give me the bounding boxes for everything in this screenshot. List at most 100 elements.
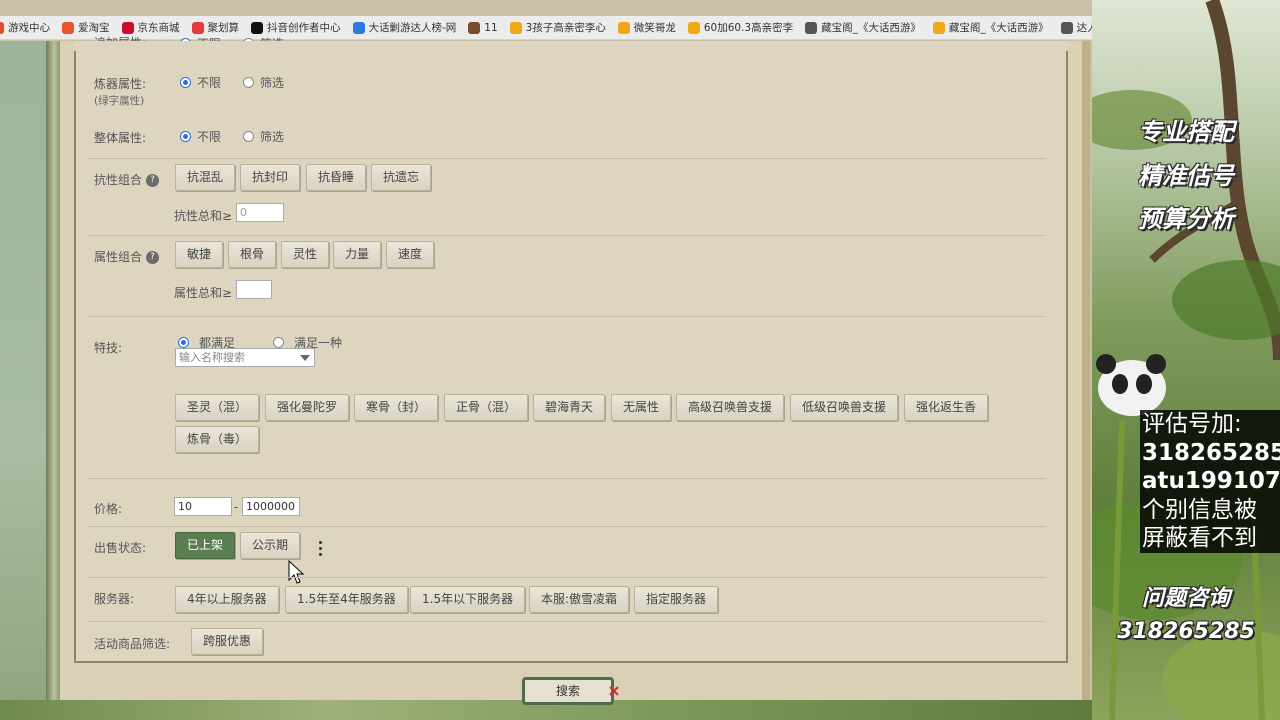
price-label: 价格: [94,502,123,516]
bookmark-item[interactable]: 藏宝阁_《大话西游》 [805,20,921,35]
search-button[interactable]: 搜索 [522,677,614,705]
refine-attr-any[interactable]: 不限 [180,74,221,91]
question-title: 问题咨询 [1141,586,1230,611]
promo-filter-label: 活动商品筛选: [94,637,171,651]
sale-status-listed-button[interactable]: 已上架 [175,532,236,559]
skill-button-5[interactable]: 碧海青天 [533,394,606,421]
server-button-4[interactable]: 本服:傲雪凌霜 [529,586,630,613]
radio-dot [243,131,254,142]
resist-combo-label: 抗性组合? [94,171,160,188]
attr-button-5[interactable]: 速度 [386,241,435,268]
attr-button-3[interactable]: 灵性 [281,241,330,268]
promo-line-2: 精准估号 [1138,162,1234,190]
resist-button-3[interactable]: 抗昏睡 [306,164,367,191]
attr-button-2[interactable]: 根骨 [228,241,277,268]
price-separator: - [234,500,239,514]
divider [88,158,1046,159]
divider [88,526,1046,527]
bookmark-item[interactable]: 京东商城 [121,20,180,35]
bookmark-favicon-icon [617,21,630,34]
contact-line-2: 318265285 [1142,439,1280,466]
resist-button-1[interactable]: 抗混乱 [175,164,236,191]
divider [88,316,1046,317]
bookmark-item[interactable]: 达人后台 [1060,20,1092,35]
promo-line-3: 预算分析 [1138,205,1234,233]
mouse-cursor-icon [288,560,305,584]
server-button-2[interactable]: 1.5年至4年服务器 [285,586,408,613]
sale-status-label: 出售状态: [94,541,147,555]
attr-button-4[interactable]: 力量 [333,241,382,268]
divider [88,621,1046,622]
bookmark-favicon-icon [121,21,134,34]
skill-button-8[interactable]: 低级召唤兽支援 [790,394,899,421]
resist-sum-input[interactable]: 0 [236,203,284,222]
bookmark-item[interactable]: 60加60.3高亲密李 [687,20,793,35]
radio-dot [273,337,284,348]
divider [88,577,1046,578]
bookmark-item[interactable]: 大话剿游达人榜-网 [352,20,456,35]
bookmark-favicon-icon [0,21,4,34]
price-max-input[interactable]: 1000000 [242,497,300,516]
server-button-1[interactable]: 4年以上服务器 [175,586,279,613]
radio-dot [180,131,191,142]
server-button-3[interactable]: 1.5年以下服务器 [410,586,526,613]
divider [88,478,1046,479]
refine-attr-label: 炼器属性: [94,77,147,91]
bookmark-favicon-icon [191,21,204,34]
promo-line-1: 专业搭配 [1138,118,1234,146]
price-min-input[interactable]: 10 [174,497,232,516]
skill-button-9[interactable]: 强化返生香 [904,394,989,421]
attr-sum-input[interactable] [236,280,272,299]
more-options-icon[interactable] [319,541,323,559]
overall-attr-any[interactable]: 不限 [180,128,221,145]
bookmark-favicon-icon [805,21,818,34]
bookmark-favicon-icon [251,21,263,34]
contact-line-1: 评估号加: [1142,411,1242,437]
resist-sum-label: 抗性总和≥ [174,209,233,223]
skill-button-7[interactable]: 高级召唤兽支援 [676,394,785,421]
radio-dot [180,77,191,88]
sale-status-public-button[interactable]: 公示期 [240,532,301,559]
bookmark-item[interactable]: 微笑哥龙 [617,20,676,35]
bookmark-favicon-icon [687,21,700,34]
close-icon [609,686,619,696]
question-number: 318265285 [1117,619,1255,644]
refine-attr-filter[interactable]: 筛选 [243,74,284,91]
attr-combo-label: 属性组合? [94,248,160,265]
bookmark-item[interactable]: 11 [468,21,498,34]
bookmark-item[interactable]: 藏宝阁_《大话西游》 [932,20,1049,35]
bookmark-item[interactable]: 3孩子高亲密李心 [509,20,606,35]
server-button-5[interactable]: 指定服务器 [634,586,719,613]
skill-button-2[interactable]: 强化曼陀罗 [265,394,350,421]
contact-box: 评估号加: 318265285 atu199107 个别信息被 屏蔽看不到 [1140,410,1280,553]
bookmark-item[interactable]: 聚划算 [191,20,239,35]
bookmark-favicon-icon [509,21,522,34]
skill-button-1[interactable]: 圣灵（混） [175,394,260,421]
help-icon[interactable]: ? [146,251,160,264]
bookmark-favicon-icon [468,21,481,34]
bookmark-item[interactable]: 爱淘宝 [62,20,110,35]
skill-button-row2-1[interactable]: 炼骨（毒） [175,426,260,453]
bookmark-favicon-icon [932,21,945,34]
clip-mask [74,41,1068,51]
bookmark-favicon-icon [1060,21,1073,34]
skill-button-3[interactable]: 寒骨（封） [354,394,439,421]
resist-button-4[interactable]: 抗遗忘 [371,164,432,191]
radio-dot [243,77,254,88]
radio-dot [178,337,189,348]
skill-search-select[interactable]: 输入名称搜索 [175,348,315,367]
cross-server-discount-button[interactable]: 跨服优惠 [191,628,264,655]
server-label: 服务器: [94,592,135,606]
bookmark-favicon-icon [62,21,74,34]
bookmark-item[interactable]: 抖音创作者中心 [251,20,341,35]
overall-attr-filter[interactable]: 筛选 [243,128,284,145]
contact-line-5: 屏蔽看不到 [1142,525,1257,551]
chevron-down-icon [300,355,310,361]
bookmark-item[interactable]: 游戏中心 [0,20,50,35]
help-icon[interactable]: ? [146,174,160,187]
contact-line-4: 个别信息被 [1142,496,1257,523]
resist-button-2[interactable]: 抗封印 [240,164,301,191]
skill-button-6[interactable]: 无属性 [611,394,672,421]
skill-button-4[interactable]: 正骨（混） [444,394,529,421]
attr-button-1[interactable]: 敏捷 [175,241,224,268]
